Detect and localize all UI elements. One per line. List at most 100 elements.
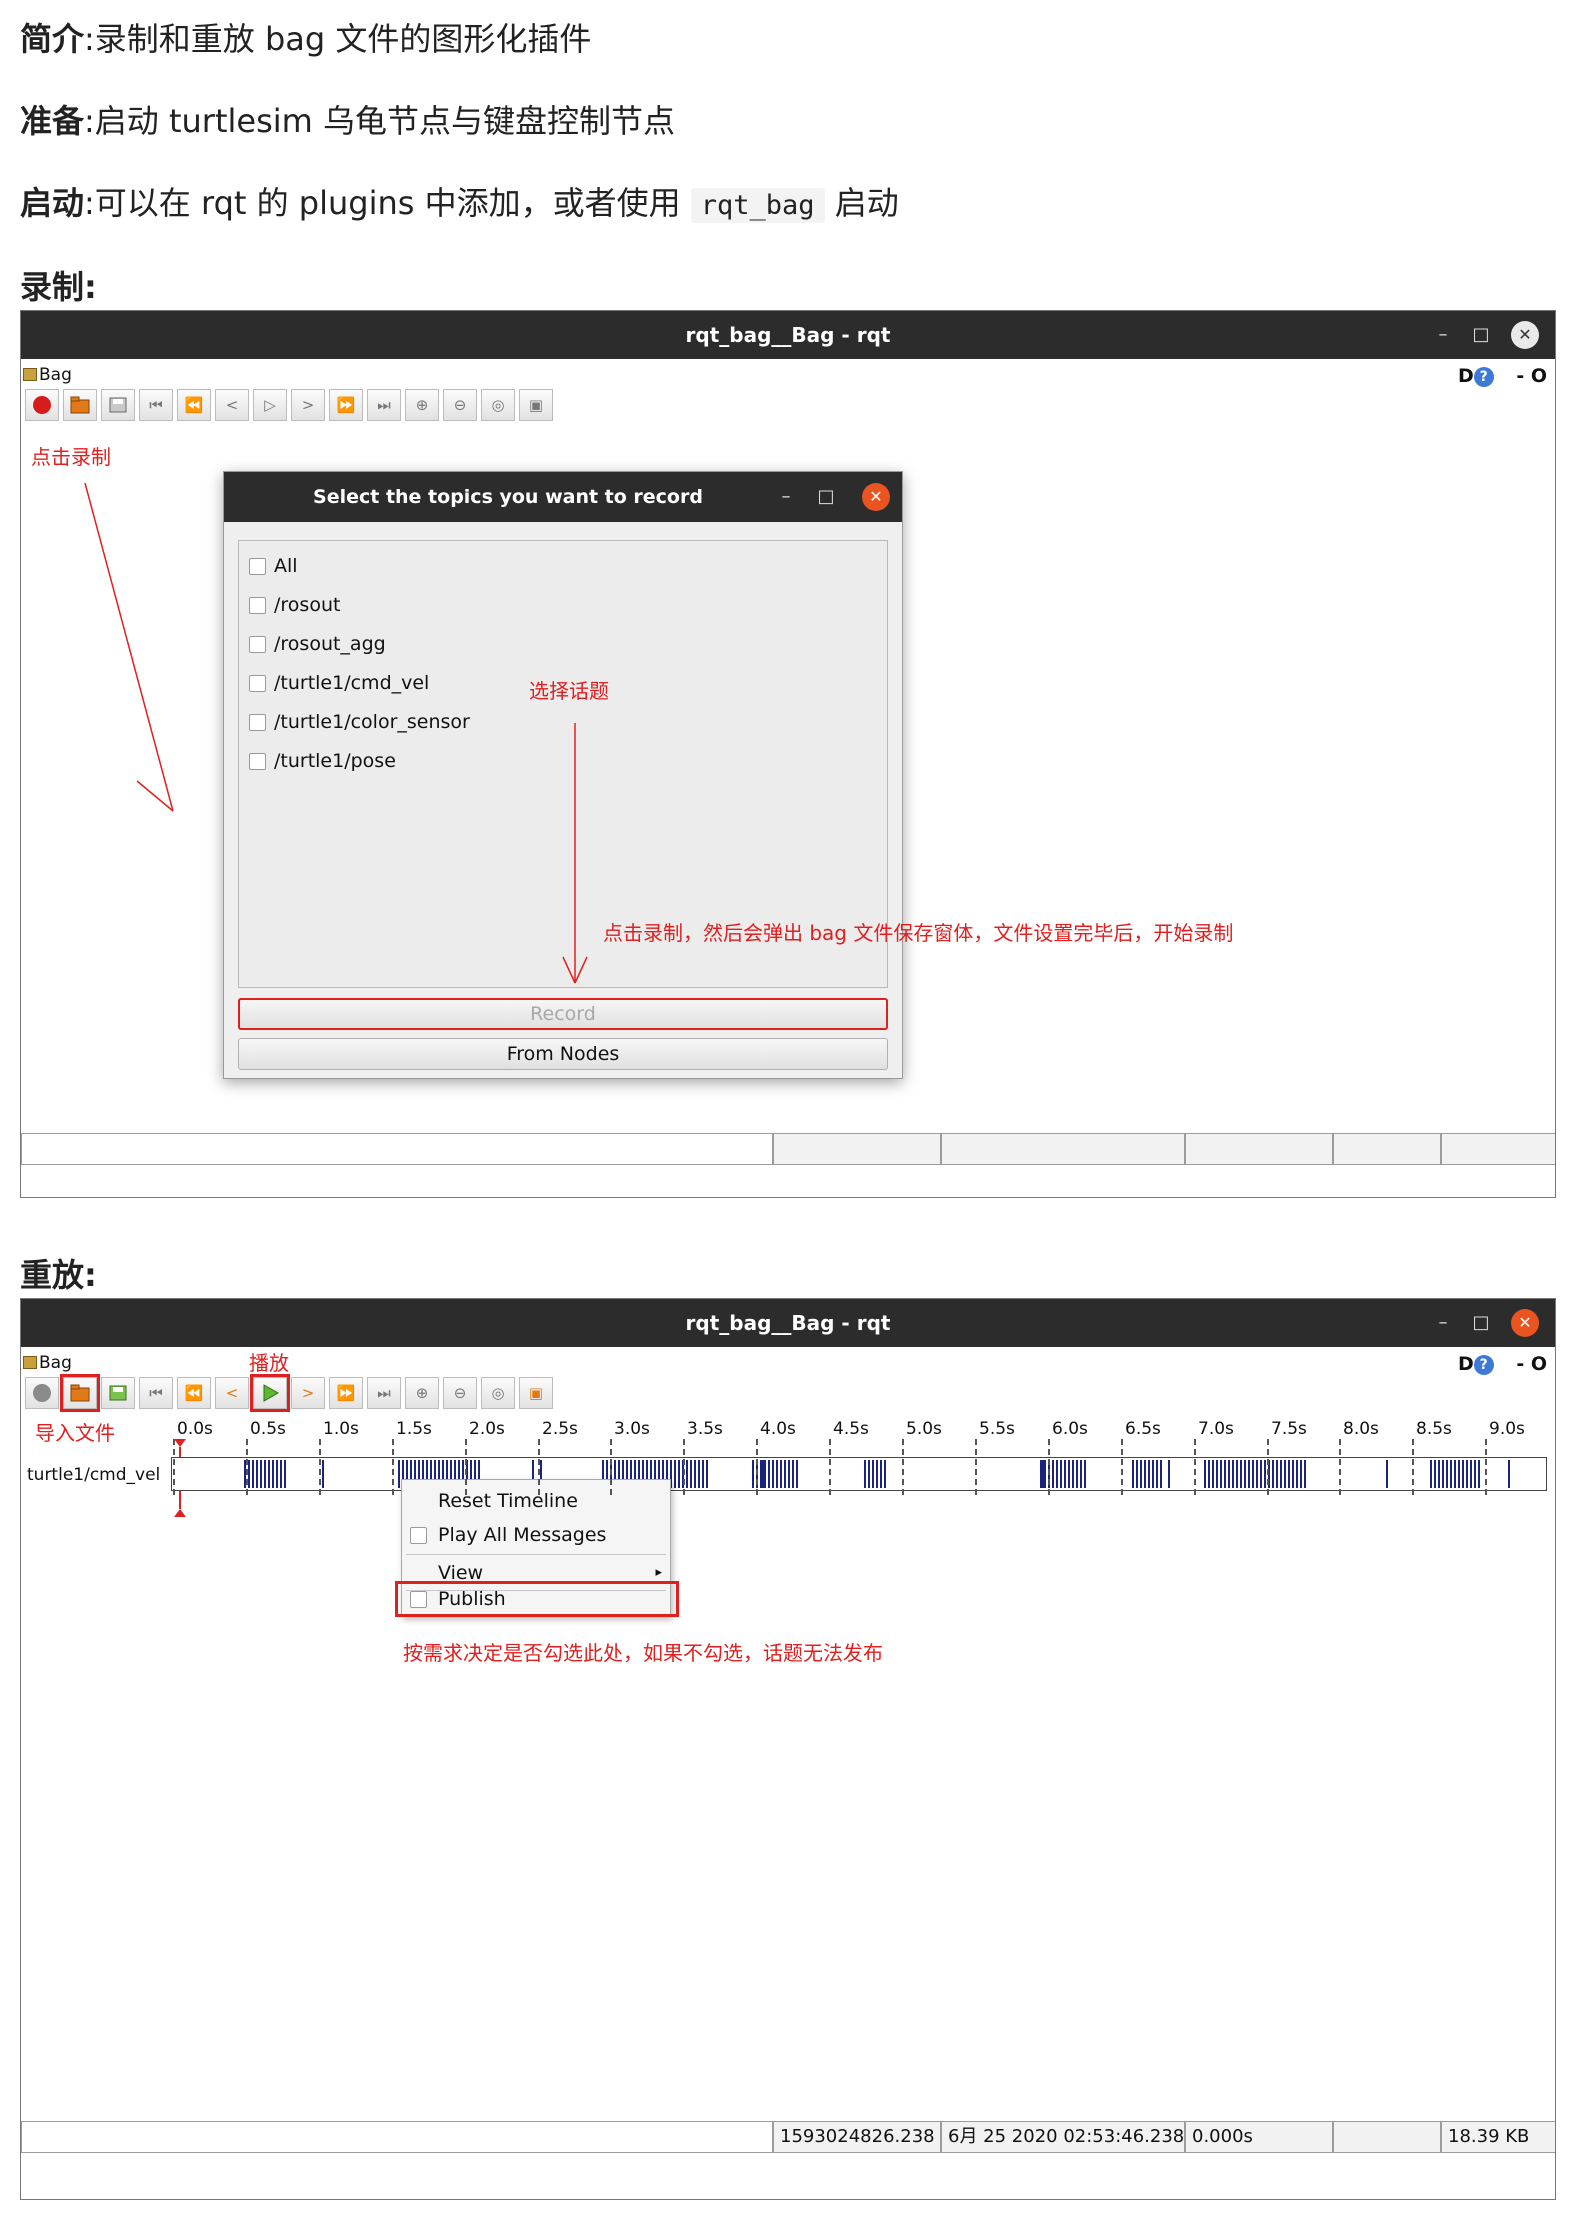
record-button-disabled[interactable]: Record	[238, 998, 888, 1030]
bag-menu[interactable]: Bag	[23, 1353, 72, 1373]
tick-line	[173, 1439, 175, 1495]
topic-checkbox[interactable]	[249, 752, 266, 770]
tick-line	[465, 1439, 467, 1495]
topic-checkbox[interactable]	[249, 596, 266, 614]
tick-label: 0.0s	[177, 1419, 213, 1439]
bag-icon	[23, 368, 37, 381]
zoom-out-icon[interactable]: ⊖	[443, 1377, 477, 1409]
tick-line	[1412, 1439, 1414, 1495]
topic-item-color-sensor[interactable]: /turtle1/color_sensor	[249, 711, 470, 733]
close-button[interactable]: ✕	[1511, 321, 1539, 349]
message-mark	[1042, 1460, 1044, 1488]
message-block	[244, 1460, 288, 1488]
zoom-reset-icon[interactable]: ◎	[481, 389, 515, 421]
fast-forward-icon[interactable]: ⏩	[329, 1377, 363, 1409]
go-start-icon[interactable]: ⏮	[139, 1377, 173, 1409]
minimize-button[interactable]: –	[1429, 1309, 1457, 1337]
topic-item-all[interactable]: All	[249, 555, 298, 577]
tick-line	[975, 1439, 977, 1495]
bag-menu[interactable]: Bag	[23, 365, 72, 385]
go-end-icon[interactable]: ⏭	[367, 389, 401, 421]
plugin-controls: D? - O	[1458, 365, 1547, 387]
topic-item-pose[interactable]: /turtle1/pose	[249, 750, 396, 772]
tick-line	[756, 1439, 758, 1495]
topic-checkbox[interactable]	[249, 635, 266, 653]
arrow-annotation	[562, 723, 588, 984]
launch-text-before: :可以在 rqt 的 plugins 中添加，或者使用	[84, 184, 681, 222]
maximize-button[interactable]: □	[1467, 1309, 1495, 1337]
context-menu: Reset Timeline Play All Messages View ▸ P…	[395, 1479, 679, 1617]
topic-label: /rosout_agg	[274, 633, 386, 655]
annotation-import: 导入文件	[35, 1421, 115, 1445]
status-cell	[773, 1133, 941, 1165]
dock-button[interactable]: D	[1458, 365, 1474, 387]
step-back-icon[interactable]: <	[215, 1377, 249, 1409]
save-bag-button[interactable]	[101, 1377, 135, 1409]
topic-item-cmd-vel[interactable]: /turtle1/cmd_vel	[249, 672, 429, 694]
play-icon[interactable]: ▷	[253, 389, 287, 421]
intro-paragraph: 简介:录制和重放 bag 文件的图形化插件	[20, 14, 591, 60]
timeline-topic-label: turtle1/cmd_vel	[27, 1465, 161, 1485]
status-cell	[1333, 2121, 1441, 2153]
fast-forward-icon[interactable]: ⏩	[329, 389, 363, 421]
step-back-icon[interactable]: <	[215, 389, 249, 421]
message-block	[864, 1460, 888, 1488]
topic-checkbox[interactable]	[249, 674, 266, 692]
thumbnails-icon[interactable]: ▣	[519, 389, 553, 421]
play-icon[interactable]	[250, 1374, 290, 1412]
go-start-icon[interactable]: ⏮	[139, 389, 173, 421]
menu-item-reset-timeline[interactable]: Reset Timeline	[402, 1484, 670, 1518]
minimize-button[interactable]: –	[1429, 321, 1457, 349]
message-block	[1132, 1460, 1162, 1488]
tick-line	[1194, 1439, 1196, 1495]
go-end-icon[interactable]: ⏭	[367, 1377, 401, 1409]
zoom-reset-icon[interactable]: ◎	[481, 1377, 515, 1409]
topic-item-rosout-agg[interactable]: /rosout_agg	[249, 633, 386, 655]
tick-label: 1.0s	[323, 1419, 359, 1439]
checkbox[interactable]	[410, 1527, 427, 1544]
message-mark	[322, 1460, 324, 1488]
checkbox[interactable]	[410, 1591, 427, 1608]
tick-label: 3.0s	[614, 1419, 650, 1439]
topic-checkbox[interactable]	[249, 557, 266, 575]
zoom-out-icon[interactable]: ⊖	[443, 389, 477, 421]
rewind-icon[interactable]: ⏪	[177, 389, 211, 421]
dialog-minimize-button[interactable]: –	[772, 483, 800, 511]
record-button[interactable]	[25, 389, 59, 421]
message-mark	[1052, 1460, 1054, 1488]
step-forward-icon[interactable]: >	[291, 1377, 325, 1409]
message-mark	[1168, 1460, 1170, 1488]
step-forward-icon[interactable]: >	[291, 389, 325, 421]
thumbnails-icon[interactable]: ▣	[519, 1377, 553, 1409]
tick-line	[319, 1439, 321, 1495]
load-bag-button[interactable]	[60, 1374, 100, 1412]
prep-paragraph: 准备:启动 turtlesim 乌龟节点与键盘控制节点	[20, 96, 675, 142]
bag-menu-label: Bag	[39, 1353, 72, 1373]
message-mark	[762, 1460, 764, 1488]
tick-line	[246, 1439, 248, 1495]
record-window: rqt_bag__Bag - rqt – □ ✕ Bag D? - O ⏮ ⏪ …	[20, 310, 1556, 1198]
status-cell	[1333, 1133, 1441, 1165]
dock-button[interactable]: D	[1458, 1353, 1474, 1375]
help-icon[interactable]: ?	[1473, 367, 1494, 387]
maximize-button[interactable]: □	[1467, 321, 1495, 349]
rewind-icon[interactable]: ⏪	[177, 1377, 211, 1409]
from-nodes-button[interactable]: From Nodes	[238, 1038, 888, 1070]
close-plugin-button[interactable]: - O	[1516, 365, 1547, 387]
dialog-close-button[interactable]: ✕	[862, 483, 890, 511]
topic-label: All	[274, 555, 298, 577]
dialog-maximize-button[interactable]: □	[812, 483, 840, 511]
save-bag-button[interactable]	[101, 389, 135, 421]
close-button[interactable]: ✕	[1511, 1309, 1539, 1337]
topic-checkbox[interactable]	[249, 713, 266, 731]
record-button[interactable]	[25, 1377, 59, 1409]
zoom-in-icon[interactable]: ⊕	[405, 1377, 439, 1409]
status-cell	[1185, 1133, 1333, 1165]
load-bag-button[interactable]	[63, 389, 97, 421]
close-plugin-button[interactable]: - O	[1516, 1353, 1547, 1375]
zoom-in-icon[interactable]: ⊕	[405, 389, 439, 421]
menu-item-play-all-messages[interactable]: Play All Messages	[402, 1518, 670, 1552]
topic-item-rosout[interactable]: /rosout	[249, 594, 340, 616]
help-icon[interactable]: ?	[1473, 1355, 1494, 1375]
menu-item-publish[interactable]: Publish	[395, 1581, 679, 1617]
